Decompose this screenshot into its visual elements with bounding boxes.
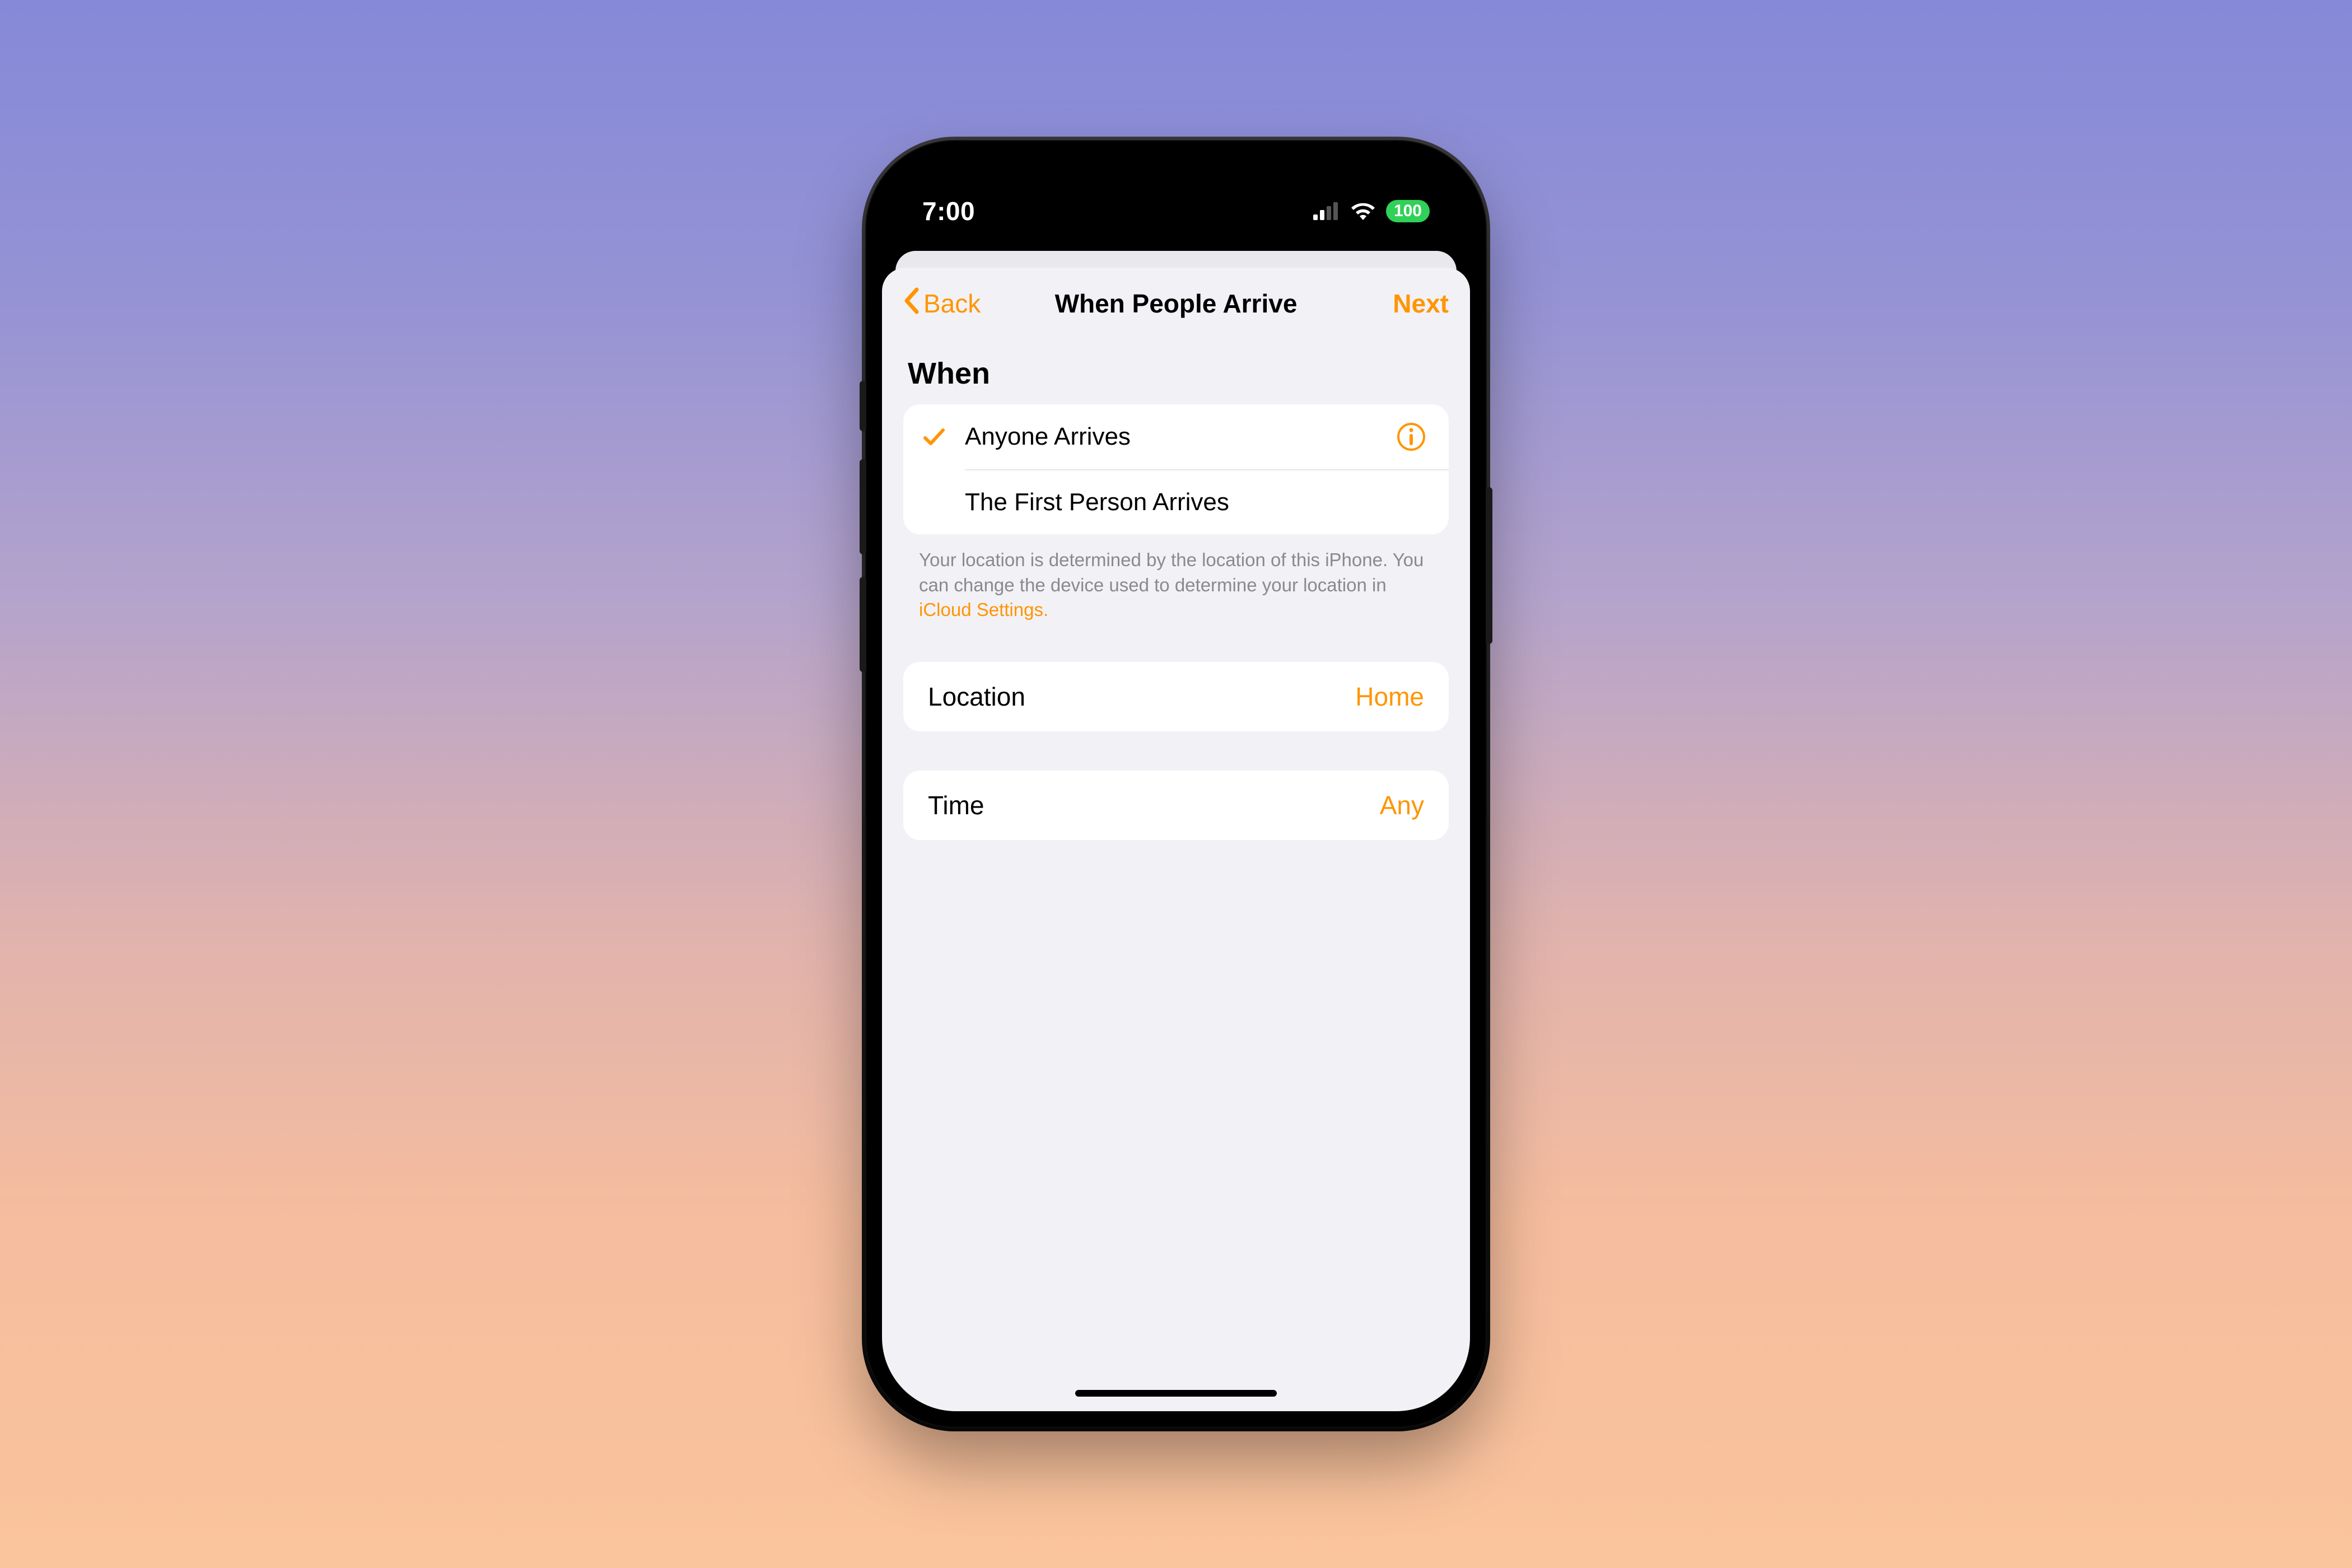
time-value: Any — [1380, 790, 1424, 820]
chevron-left-icon — [903, 287, 920, 320]
page-title: When People Arrive — [1004, 288, 1348, 319]
footer-note-text: Your location is determined by the locat… — [919, 549, 1424, 595]
dynamic-island — [1078, 180, 1274, 236]
info-button[interactable] — [1396, 422, 1426, 452]
content-scroll[interactable]: When Anyone Arrives — [882, 339, 1470, 1411]
status-right-cluster: 100 — [1313, 200, 1430, 222]
phone-frame: 7:00 — [865, 140, 1487, 1428]
section-header-when: When — [908, 356, 1444, 391]
modal-sheet: Back When People Arrive Next When — [882, 268, 1470, 1411]
home-indicator[interactable] — [1075, 1390, 1277, 1397]
screen: 7:00 — [882, 157, 1470, 1411]
back-button[interactable]: Back — [903, 287, 1004, 320]
time-row[interactable]: Time Any — [903, 771, 1449, 840]
info-circle-icon — [1396, 422, 1426, 452]
side-button-volume-down — [860, 577, 866, 672]
checkmark-icon — [903, 424, 965, 449]
location-value: Home — [1355, 682, 1424, 712]
nav-bar: Back When People Arrive Next — [882, 268, 1470, 339]
time-key: Time — [928, 790, 984, 820]
location-key: Location — [928, 682, 1025, 712]
status-time: 7:00 — [922, 196, 975, 226]
option-label: The First Person Arrives — [965, 488, 1426, 516]
location-footer-note: Your location is determined by the locat… — [903, 534, 1449, 623]
back-label: Back — [923, 288, 981, 319]
location-card: Location Home — [903, 662, 1449, 731]
wifi-icon — [1350, 202, 1376, 221]
time-card: Time Any — [903, 771, 1449, 840]
location-row[interactable]: Location Home — [903, 662, 1449, 731]
battery-indicator: 100 — [1386, 200, 1430, 222]
icloud-settings-link[interactable]: iCloud Settings. — [919, 599, 1048, 620]
side-button-silence — [860, 381, 866, 431]
side-button-volume-up — [860, 459, 866, 554]
next-label: Next — [1393, 288, 1449, 319]
next-button[interactable]: Next — [1348, 288, 1449, 319]
option-anyone-arrives[interactable]: Anyone Arrives — [903, 404, 1449, 469]
side-button-power — [1486, 487, 1492, 644]
battery-level-text: 100 — [1394, 202, 1422, 221]
when-options-card: Anyone Arrives The First Person Arrives — [903, 404, 1449, 534]
option-label: Anyone Arrives — [965, 423, 1396, 451]
option-first-person-arrives[interactable]: The First Person Arrives — [965, 469, 1449, 534]
cellular-signal-icon — [1313, 202, 1340, 220]
